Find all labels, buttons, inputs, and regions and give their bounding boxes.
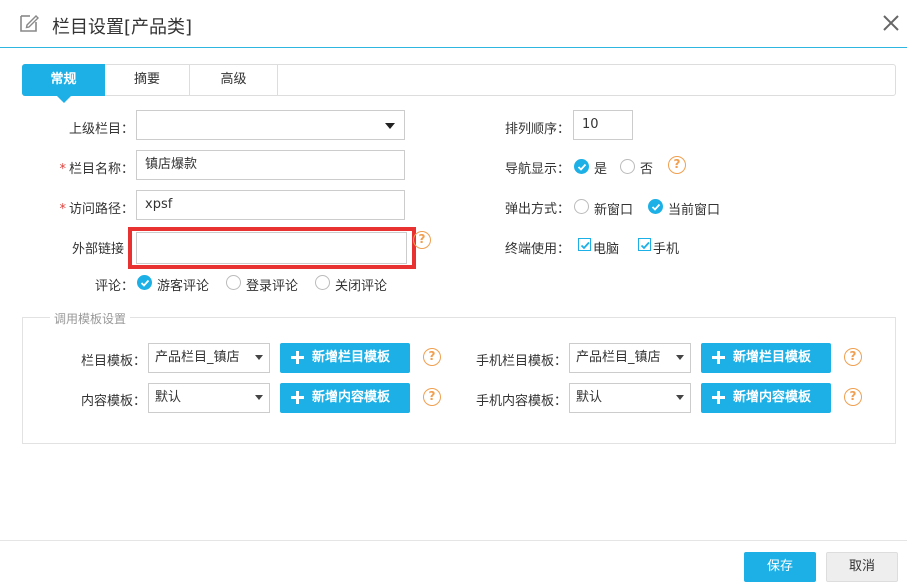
access-path-label: * 访问路径：	[40, 198, 134, 217]
radio-nav-yes[interactable]	[574, 159, 589, 174]
checkbox-pc[interactable]	[578, 238, 591, 251]
dialog-title: 栏目设置[产品类]	[52, 17, 193, 38]
radio-nav-no[interactable]	[620, 159, 635, 174]
help-icon[interactable]: ?	[668, 156, 686, 174]
parent-column-select[interactable]	[136, 110, 405, 140]
mobile-content-template-select[interactable]: 默认	[569, 383, 691, 413]
help-icon[interactable]: ?	[413, 231, 431, 249]
mobile-column-template-value: 产品栏目_镇店	[576, 350, 661, 365]
edit-icon	[20, 15, 39, 32]
terminal-label: 终端使用：	[504, 242, 570, 257]
radio-close-comment[interactable]	[315, 275, 330, 290]
add-column-template-label: 新增栏目模板	[312, 350, 391, 365]
tab-summary[interactable]: 摘要	[105, 64, 190, 96]
mobile-content-template-label: 手机内容模板：	[475, 394, 567, 409]
popup-mode-label: 弹出方式：	[504, 202, 570, 217]
login-comment-text: 登录评论	[246, 279, 299, 294]
close-icon[interactable]	[880, 12, 902, 34]
nav-yes-text: 是	[594, 162, 608, 177]
add-mobile-content-template-button[interactable]: 新增内容模板	[701, 383, 831, 413]
mobile-content-template-value: 默认	[576, 390, 603, 405]
chevron-down-icon	[385, 123, 395, 129]
add-mobile-column-template-label: 新增栏目模板	[733, 350, 812, 365]
tab-advanced[interactable]: 高级	[190, 64, 278, 96]
guest-comment-text: 游客评论	[157, 279, 210, 294]
content-template-value: 默认	[155, 390, 182, 405]
access-path-label-text: 访问路径：	[68, 202, 134, 217]
chevron-down-icon	[676, 355, 684, 360]
template-settings-box	[22, 317, 896, 444]
template-settings-legend: 调用模板设置	[50, 310, 131, 327]
external-link-label: 外部链接	[71, 242, 124, 257]
content-template-select[interactable]: 默认	[148, 383, 270, 413]
tab-bar: 常规 摘要 高级	[22, 64, 896, 103]
footer-divider	[0, 540, 907, 541]
tab-general[interactable]: 常规	[22, 64, 105, 103]
radio-guest-comment[interactable]	[137, 275, 152, 290]
chevron-down-icon	[676, 395, 684, 400]
checkbox-mobile[interactable]	[638, 238, 651, 251]
add-column-template-button[interactable]: 新增栏目模板	[280, 343, 410, 373]
sort-order-label: 排列顺序：	[504, 122, 570, 137]
column-name-label-text: 栏目名称：	[68, 162, 134, 177]
add-content-template-button[interactable]: 新增内容模板	[280, 383, 410, 413]
dialog-header: 栏目设置[产品类]	[0, 0, 907, 48]
nav-no-text: 否	[640, 162, 654, 177]
new-window-text: 新窗口	[594, 203, 634, 218]
mobile-column-template-label: 手机栏目模板：	[475, 354, 567, 369]
content-template-label: 内容模板：	[80, 394, 146, 409]
help-icon[interactable]: ?	[844, 348, 862, 366]
nav-display-label: 导航显示：	[504, 162, 570, 177]
column-template-label: 栏目模板：	[80, 354, 146, 369]
column-template-select[interactable]: 产品栏目_镇店	[148, 343, 270, 373]
mobile-text: 手机	[653, 242, 680, 257]
pc-text: 电脑	[593, 242, 620, 257]
mobile-column-template-select[interactable]: 产品栏目_镇店	[569, 343, 691, 373]
help-icon[interactable]: ?	[423, 348, 441, 366]
parent-column-label: 上级栏目：	[68, 122, 134, 137]
chevron-down-icon	[255, 355, 263, 360]
column-template-value: 产品栏目_镇店	[155, 350, 240, 365]
add-mobile-content-template-label: 新增内容模板	[733, 390, 812, 405]
required-mark: *	[59, 162, 66, 177]
chevron-down-icon	[255, 395, 263, 400]
comment-label: 评论：	[94, 279, 134, 294]
radio-login-comment[interactable]	[226, 275, 241, 290]
help-icon[interactable]: ?	[844, 388, 862, 406]
close-comment-text: 关闭评论	[335, 279, 388, 294]
required-mark: *	[59, 202, 66, 217]
plus-icon	[291, 351, 304, 364]
plus-icon	[712, 351, 725, 364]
radio-new-window[interactable]	[574, 199, 589, 214]
highlight-box	[128, 227, 416, 269]
add-mobile-column-template-button[interactable]: 新增栏目模板	[701, 343, 831, 373]
current-window-text: 当前窗口	[668, 203, 721, 218]
column-name-input[interactable]: 镇店爆款	[136, 150, 405, 180]
plus-icon	[291, 391, 304, 404]
plus-icon	[712, 391, 725, 404]
access-path-input[interactable]: xpsf	[136, 190, 405, 220]
save-button[interactable]: 保存	[744, 552, 816, 582]
add-content-template-label: 新增内容模板	[312, 390, 391, 405]
sort-order-input[interactable]: 10	[573, 110, 633, 140]
help-icon[interactable]: ?	[423, 388, 441, 406]
radio-current-window[interactable]	[648, 199, 663, 214]
cancel-button[interactable]: 取消	[826, 552, 898, 582]
column-name-label: * 栏目名称：	[40, 158, 134, 177]
